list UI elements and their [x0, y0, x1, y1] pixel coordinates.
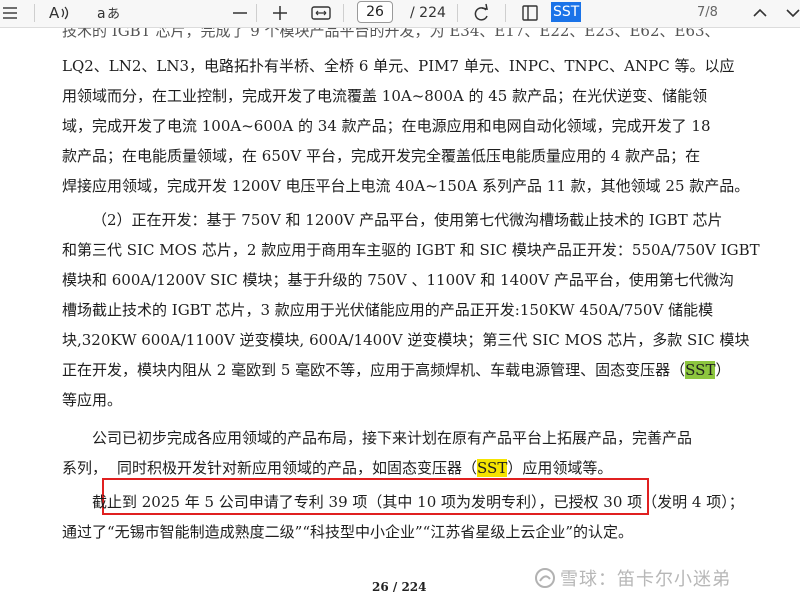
- toolbar-divider: [505, 4, 506, 22]
- rotate-icon[interactable]: [470, 3, 492, 23]
- text-span: ）: [715, 361, 731, 379]
- cut-off-text-line: 技术的 IGBT 芯片，完成了 9 个模块产品平台的开发，为 E34、E17、E…: [62, 27, 720, 39]
- text-line: 用领域而分，在工业控制，完成开发了电流覆盖 10A~800A 的 45 款产品；…: [62, 87, 708, 105]
- zoom-out-icon[interactable]: [230, 3, 250, 23]
- zoom-in-icon[interactable]: [270, 3, 290, 23]
- pdf-page: 技术的 IGBT 芯片，完成了 9 个模块产品平台的开发，为 E34、E17、E…: [0, 27, 800, 602]
- text-span: ）应用领域等。: [507, 459, 613, 477]
- text-span: 正在开发，模块内阻从 2 毫欧到 5 毫欧不等，应用于高频焊机、车载电源管理、固…: [62, 361, 686, 379]
- text-line: 截止到 2025 年 5 公司申请了专利 39 项（其中 10 项为发明专利），…: [92, 493, 744, 511]
- read-aloud-icon[interactable]: A: [48, 3, 72, 23]
- text-line: 通过了“无锡市智能制造成熟度二级”“科技型中小企业”“江苏省星级上云企业”的认定…: [62, 523, 634, 541]
- text-span: 同时积极开发针对新应用领域的产品，如固态变压器（: [117, 459, 478, 477]
- translate-icon[interactable]: aあ: [96, 3, 122, 23]
- text-line: 和第三代 SIC MOS 芯片，2 款应用于商用车主驱的 IGBT 和 SIC …: [62, 241, 760, 259]
- paragraph-in-development: （2）正在开发：基于 750V 和 1200V 产品平台，使用第七代微沟槽场截止…: [62, 205, 760, 415]
- text-line: 域，完成开发了电流 100A~600A 的 34 款产品；在电源应用和电网自动化…: [62, 117, 711, 135]
- watermark: 雪球：笛卡尔小迷弟: [534, 565, 731, 591]
- toolbar-divider: [457, 4, 458, 22]
- fit-page-icon[interactable]: [310, 3, 332, 23]
- snowball-logo-icon: [535, 568, 555, 588]
- toolbar-divider: [34, 4, 35, 22]
- find-input[interactable]: SST: [551, 2, 582, 22]
- svg-text:A: A: [49, 4, 60, 22]
- text-line: LQ2、LN2、LN3，电路拓扑有半桥、全桥 6 单元、PIM7 单元、INPC…: [62, 57, 735, 75]
- search-match-highlight[interactable]: SST: [477, 459, 508, 477]
- watermark-text: 雪球：笛卡尔小迷弟: [560, 569, 731, 590]
- page-view-icon[interactable]: [520, 3, 542, 23]
- paragraph-patents: 截止到 2025 年 5 公司申请了专利 39 项（其中 10 项为发明专利），…: [62, 487, 744, 547]
- find-bar: SST 7/8: [548, 0, 800, 27]
- svg-text:a: a: [97, 6, 106, 22]
- text-line: （2）正在开发：基于 750V 和 1200V 产品平台，使用第七代微沟槽场截止…: [92, 211, 723, 229]
- page-number-input[interactable]: [357, 1, 393, 23]
- list-icon[interactable]: [2, 3, 22, 23]
- svg-text:あ: あ: [107, 7, 120, 22]
- text-line: 等应用。: [62, 391, 123, 409]
- text-line: 槽场截止技术的 IGBT 芯片，3 款应用于光伏储能应用的产品正开发:150KW…: [62, 301, 714, 319]
- text-line: 块,320KW 600A/1100V 逆变模块, 600A/1400V 逆变模块…: [62, 331, 750, 349]
- pdf-toolbar: A aあ / 224 SST 7/8: [0, 0, 800, 28]
- search-match-highlight-current[interactable]: SST: [685, 361, 716, 379]
- text-line: 正在开发，模块内阻从 2 毫欧到 5 毫欧不等，应用于高频焊机、车载电源管理、固…: [62, 355, 732, 385]
- chevron-down-icon[interactable]: [784, 3, 800, 23]
- paragraph-product-development: LQ2、LN2、LN3，电路拓扑有半桥、全桥 6 单元、PIM7 单元、INPC…: [62, 51, 750, 201]
- text-span: 系列，: [62, 459, 108, 477]
- text-line: 公司已初步完成各应用领域的产品布局，接下来计划在原有产品平台上拓展产品，完善产品: [92, 429, 693, 447]
- text-line: 焊接应用领域，完成开发 1200V 电压平台上电流 40A~150A 系列产品 …: [62, 177, 750, 195]
- text-line: 模块和 600A/1200V SIC 模块；基于升级的 750V 、1100V …: [62, 271, 734, 289]
- page-total-label: / 224: [410, 5, 446, 21]
- chevron-up-icon[interactable]: [750, 3, 770, 23]
- text-line: 款产品；在电能质量领域，在 650V 平台，完成开发完全覆盖低压电能质量应用的 …: [62, 147, 701, 165]
- find-match-count: 7/8: [697, 5, 718, 20]
- page-number-footer: 26 / 224: [372, 580, 427, 594]
- paragraph-product-layout: 公司已初步完成各应用领域的产品布局，接下来计划在原有产品平台上拓展产品，完善产品…: [62, 423, 732, 483]
- toolbar-divider: [343, 4, 344, 22]
- toolbar-divider: [256, 4, 257, 22]
